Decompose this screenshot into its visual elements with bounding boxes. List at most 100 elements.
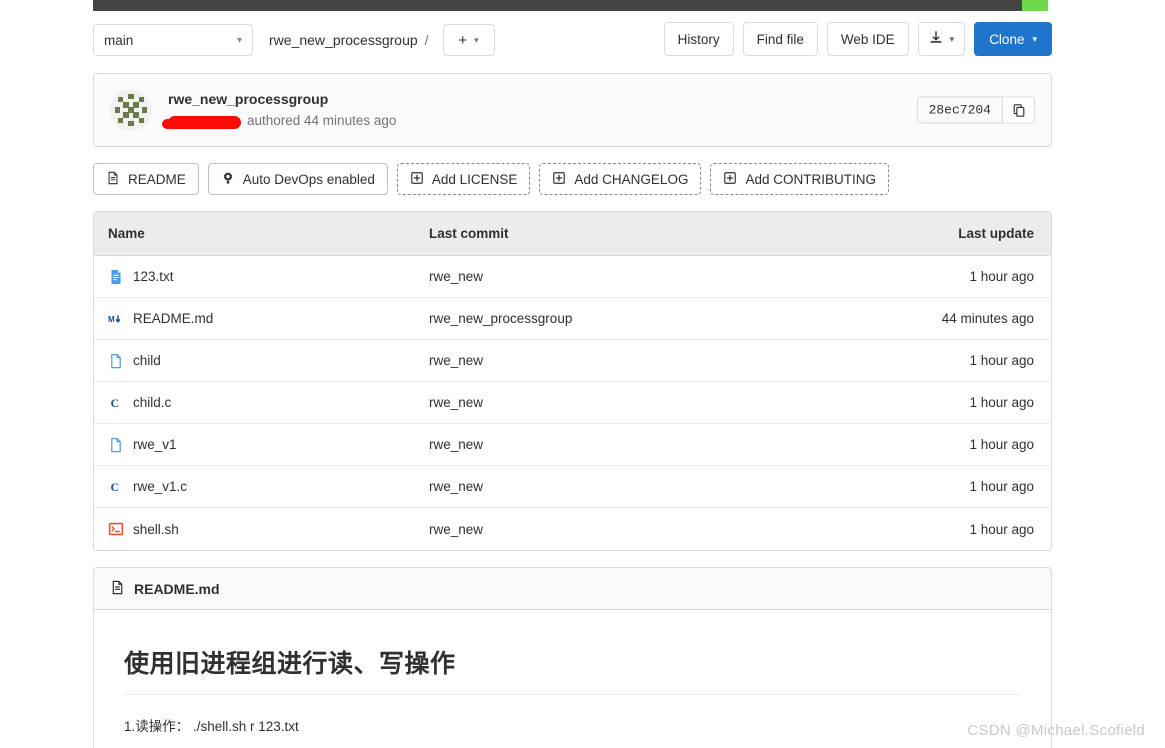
file-name-cell: shell.sh bbox=[94, 521, 429, 537]
file-name-link[interactable]: rwe_v1.c bbox=[133, 479, 187, 494]
commit-author-meta: authored 44 minutes ago bbox=[162, 111, 397, 131]
commit-text-block: rwe_new_processgroup authored 44 minutes… bbox=[162, 89, 397, 131]
add-changelog-badge-label: Add CHANGELOG bbox=[574, 171, 689, 187]
plus-square-icon bbox=[410, 171, 424, 188]
column-header-last-commit: Last commit bbox=[429, 226, 509, 241]
chevron-down-icon: ▾ bbox=[949, 33, 955, 44]
table-row[interactable]: 123.txt rwe_new 1 hour ago bbox=[94, 256, 1051, 298]
table-row[interactable]: shell.sh rwe_new 1 hour ago bbox=[94, 508, 1051, 550]
markdown-file-icon: M bbox=[108, 311, 124, 327]
breadcrumb: rwe_new_processgroup / bbox=[269, 32, 429, 48]
add-to-repo-button[interactable]: + ▾ bbox=[442, 24, 495, 56]
repository-content: main ▾ rwe_new_processgroup / + ▾ Histor… bbox=[93, 0, 1052, 748]
table-row[interactable]: rwe_v1 rwe_new 1 hour ago bbox=[94, 424, 1051, 466]
file-name-link[interactable]: README.md bbox=[133, 311, 213, 326]
commit-sha-group: 28ec7204 bbox=[916, 96, 1035, 124]
file-last-commit[interactable]: rwe_new_processgroup bbox=[429, 311, 821, 326]
readme-badge[interactable]: README bbox=[93, 163, 199, 195]
chevron-down-icon: ▾ bbox=[236, 34, 242, 46]
commit-authored-text: authored 44 minutes ago bbox=[247, 113, 397, 129]
table-row[interactable]: C rwe_v1.c rwe_new 1 hour ago bbox=[94, 466, 1051, 508]
add-license-badge[interactable]: Add LICENSE bbox=[396, 163, 531, 195]
repository-action-bar: main ▾ rwe_new_processgroup / + ▾ Histor… bbox=[93, 20, 1052, 60]
text-file-icon bbox=[108, 269, 124, 285]
file-icon bbox=[106, 171, 120, 188]
plus-icon: + bbox=[458, 31, 468, 49]
file-last-commit[interactable]: rwe_new bbox=[429, 395, 821, 410]
chevron-down-icon: ▾ bbox=[474, 34, 479, 45]
file-name-link[interactable]: rwe_v1 bbox=[133, 437, 177, 452]
file-last-commit[interactable]: rwe_new bbox=[429, 522, 821, 537]
auto-devops-badge-label: Auto DevOps enabled bbox=[242, 171, 375, 187]
column-header-name: Name bbox=[108, 226, 145, 241]
table-header: Name Last commit Last update bbox=[94, 212, 1051, 256]
file-name-cell: M README.md bbox=[94, 311, 429, 327]
svg-text:M: M bbox=[108, 315, 115, 324]
last-commit-card: rwe_new_processgroup authored 44 minutes… bbox=[93, 73, 1052, 147]
repository-actions-group: History Find file Web IDE ▾ Clone ▾ bbox=[663, 22, 1052, 56]
svg-text:C: C bbox=[111, 480, 120, 494]
redacted-author-name bbox=[162, 115, 241, 129]
repository-badges-row: README Auto DevOps enabled Add LICENSE A… bbox=[93, 163, 1052, 195]
column-header-last-update: Last update bbox=[958, 226, 1034, 241]
table-row[interactable]: M README.md rwe_new_processgroup 44 minu… bbox=[94, 298, 1051, 340]
blank-file-icon bbox=[108, 353, 124, 369]
table-row[interactable]: child rwe_new 1 hour ago bbox=[94, 340, 1051, 382]
readme-card-title[interactable]: README.md bbox=[134, 581, 220, 597]
readme-badge-label: README bbox=[128, 171, 186, 187]
branch-selector[interactable]: main ▾ bbox=[93, 24, 253, 56]
file-name-cell: rwe_v1 bbox=[94, 437, 429, 453]
file-name-link[interactable]: shell.sh bbox=[133, 522, 179, 537]
add-changelog-badge[interactable]: Add CHANGELOG bbox=[539, 163, 702, 195]
file-last-update: 44 minutes ago bbox=[941, 311, 1034, 326]
plus-square-icon bbox=[552, 171, 566, 188]
clone-button-label: Clone bbox=[989, 31, 1025, 47]
readme-preview-card: README.md 使用旧进程组进行读、写操作 1.读操作： ./shell.s… bbox=[93, 567, 1052, 748]
table-row[interactable]: C child.c rwe_new 1 hour ago bbox=[94, 382, 1051, 424]
file-last-update: 1 hour ago bbox=[969, 479, 1034, 494]
shell-file-icon bbox=[108, 521, 124, 537]
breadcrumb-separator: / bbox=[424, 32, 429, 48]
clone-button[interactable]: Clone ▾ bbox=[974, 22, 1052, 56]
svg-text:C: C bbox=[111, 396, 120, 410]
c-file-icon: C bbox=[108, 479, 124, 495]
file-name-cell: C child.c bbox=[94, 395, 429, 411]
file-last-commit[interactable]: rwe_new bbox=[429, 437, 821, 452]
avatar bbox=[110, 89, 152, 131]
auto-devops-badge[interactable]: Auto DevOps enabled bbox=[207, 163, 388, 195]
file-last-commit[interactable]: rwe_new bbox=[429, 479, 821, 494]
readme-heading: 使用旧进程组进行读、写操作 bbox=[124, 644, 1021, 695]
history-button[interactable]: History bbox=[663, 22, 734, 56]
plus-square-icon bbox=[723, 171, 737, 188]
c-file-icon: C bbox=[108, 395, 124, 411]
file-last-update: 1 hour ago bbox=[969, 269, 1034, 284]
file-name-link[interactable]: 123.txt bbox=[133, 269, 174, 284]
file-last-update: 1 hour ago bbox=[969, 353, 1034, 368]
file-name-link[interactable]: child.c bbox=[133, 395, 171, 410]
file-name-cell: 123.txt bbox=[94, 269, 429, 285]
watermark: CSDN @Michael.Scofield bbox=[967, 722, 1145, 739]
download-source-button[interactable]: ▾ bbox=[917, 22, 966, 56]
file-name-link[interactable]: child bbox=[133, 353, 161, 368]
copy-sha-button[interactable] bbox=[1002, 97, 1034, 123]
readme-card-header: README.md bbox=[94, 568, 1051, 610]
file-last-commit[interactable]: rwe_new bbox=[429, 353, 821, 368]
commit-sha[interactable]: 28ec7204 bbox=[917, 97, 1002, 123]
file-name-cell: child bbox=[94, 353, 429, 369]
commit-message[interactable]: rwe_new_processgroup bbox=[168, 89, 396, 109]
web-ide-button[interactable]: Web IDE bbox=[826, 22, 909, 56]
readme-line-1: 1.读操作： ./shell.sh r 123.txt bbox=[124, 719, 299, 734]
add-contributing-badge[interactable]: Add CONTRIBUTING bbox=[710, 163, 889, 195]
file-last-update: 1 hour ago bbox=[969, 437, 1034, 452]
find-file-button[interactable]: Find file bbox=[742, 22, 818, 56]
blank-file-icon bbox=[108, 437, 124, 453]
file-last-update: 1 hour ago bbox=[969, 395, 1034, 410]
file-name-cell: C rwe_v1.c bbox=[94, 479, 429, 495]
breadcrumb-root-link[interactable]: rwe_new_processgroup bbox=[269, 32, 418, 48]
file-last-commit[interactable]: rwe_new bbox=[429, 269, 821, 284]
file-icon bbox=[110, 580, 125, 598]
file-last-update: 1 hour ago bbox=[969, 521, 1034, 537]
add-contributing-badge-label: Add CONTRIBUTING bbox=[745, 171, 876, 187]
gear-icon bbox=[221, 171, 235, 188]
readme-card-body: 使用旧进程组进行读、写操作 1.读操作： ./shell.sh r 123.tx… bbox=[94, 610, 1051, 748]
